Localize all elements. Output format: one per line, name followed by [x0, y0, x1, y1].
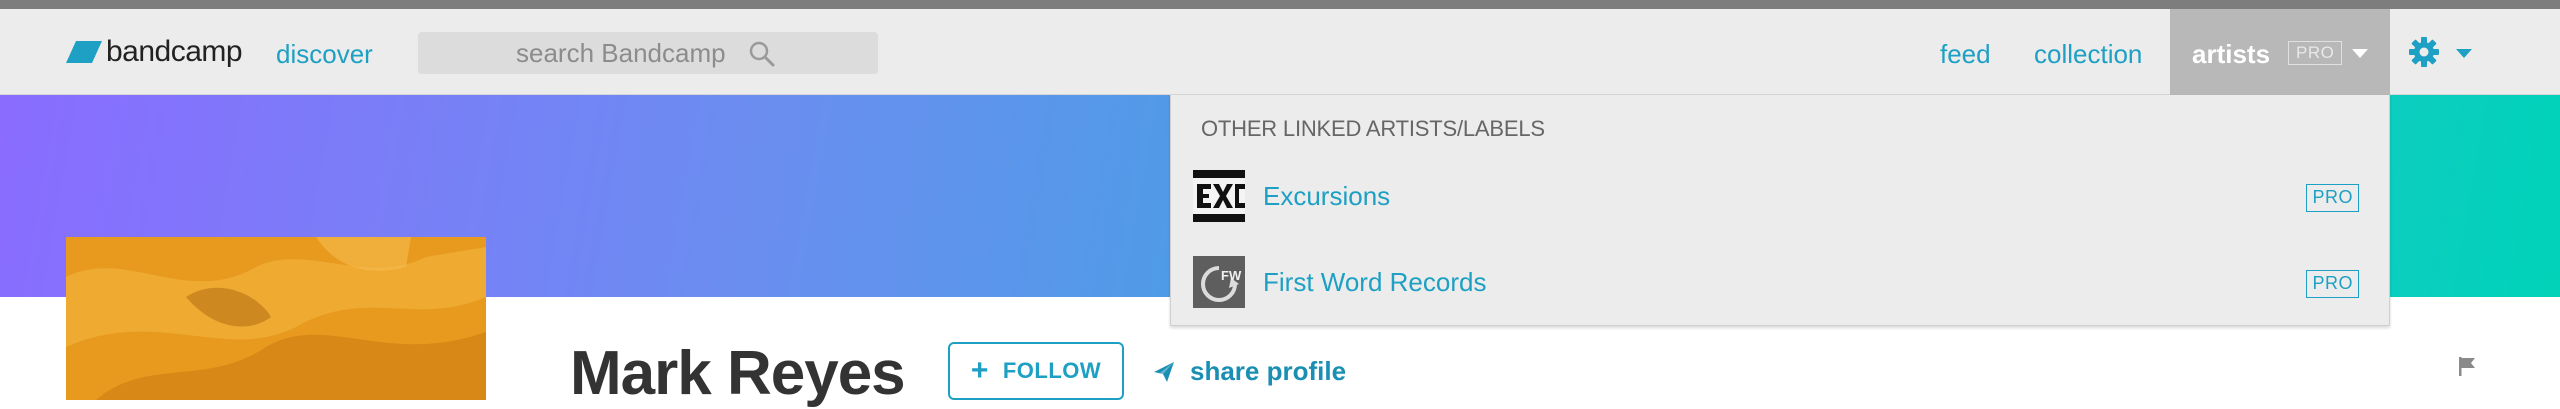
share-profile-label: share profile	[1190, 356, 1347, 386]
nav-discover-link[interactable]: discover	[276, 39, 373, 70]
search-input[interactable]	[418, 32, 878, 74]
flag-icon[interactable]	[2456, 355, 2478, 377]
nav-collection-link[interactable]: collection	[2034, 39, 2142, 70]
dropdown-item-name: Excursions	[1263, 181, 1391, 211]
search-box	[418, 32, 878, 74]
profile-photo	[66, 237, 486, 400]
dropdown-heading: OTHER LINKED ARTISTS/LABELS	[1201, 116, 1545, 141]
pro-badge: PRO	[2306, 184, 2359, 212]
top-strip	[0, 0, 2560, 9]
bandcamp-logo-icon	[66, 41, 102, 63]
share-icon	[1154, 361, 1174, 382]
dropdown-item-name: First Word Records	[1263, 267, 1487, 297]
dropdown-item-excursions[interactable]: Excursions PRO	[1171, 161, 2389, 235]
caret-down-icon	[2352, 49, 2368, 58]
artist-name-heading: Mark Reyes	[570, 339, 906, 408]
svg-text:FW: FW	[1221, 268, 1242, 283]
gear-icon[interactable]	[2408, 36, 2440, 68]
search-icon[interactable]	[748, 40, 776, 68]
dropdown-item-first-word-records[interactable]: FW First Word Records PRO	[1171, 247, 2389, 321]
nav-artists-label: artists	[2192, 39, 2271, 69]
plus-icon: +	[970, 354, 989, 387]
linked-artists-dropdown: OTHER LINKED ARTISTS/LABELS Excursions P…	[1170, 95, 2390, 326]
excursions-thumbnail	[1193, 170, 1245, 222]
nav-artists-menu-button[interactable]: artists PRO	[2170, 9, 2390, 95]
profile-photo-image	[66, 237, 486, 400]
top-navbar: bandcamp discover feed collection artist…	[0, 9, 2560, 95]
nav-feed-link[interactable]: feed	[1940, 39, 1991, 70]
pro-badge: PRO	[2306, 270, 2359, 298]
pro-badge: PRO	[2288, 41, 2343, 65]
first-word-records-thumbnail: FW	[1193, 256, 1245, 308]
logo-text: bandcamp	[106, 35, 243, 68]
share-profile-link[interactable]: share profile	[1152, 356, 1346, 387]
settings-caret-down-icon[interactable]	[2456, 49, 2472, 58]
bandcamp-logo[interactable]: bandcamp	[66, 35, 243, 68]
follow-button[interactable]: + FOLLOW	[948, 342, 1124, 400]
follow-label: FOLLOW	[1002, 358, 1102, 383]
